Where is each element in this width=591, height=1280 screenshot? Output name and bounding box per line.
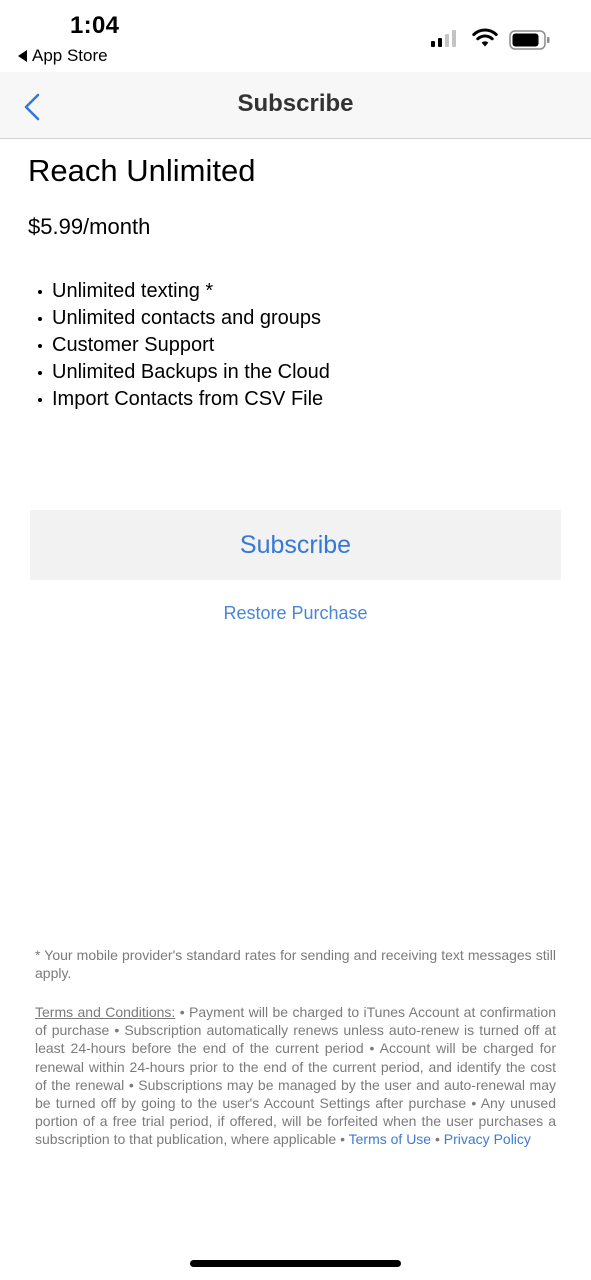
bullet-icon (38, 343, 42, 348)
link-separator: • (431, 1131, 444, 1148)
plan-name: Reach Unlimited (28, 153, 256, 188)
battery-icon (509, 30, 550, 50)
feature-item: Unlimited Backups in the Cloud (38, 359, 330, 386)
terms-body: • Payment will be charged to iTunes Acco… (35, 1004, 556, 1148)
sms-rates-footnote: * Your mobile provider's standard rates … (35, 947, 556, 982)
home-indicator[interactable] (190, 1260, 401, 1267)
terms-label: Terms and Conditions: (35, 1004, 176, 1020)
page-title: Subscribe (237, 90, 354, 117)
bullet-icon (38, 397, 42, 402)
feature-item: Import Contacts from CSV File (38, 386, 330, 413)
back-app-label: App Store (32, 46, 108, 65)
status-time: 1:04 (70, 12, 120, 39)
feature-item: Unlimited texting * (38, 278, 330, 305)
feature-item: Customer Support (38, 332, 330, 359)
subscribe-screen: 1:04 App Store Subscribe Reach Unlimited… (0, 0, 591, 1280)
cellular-signal-icon (431, 30, 456, 47)
bullet-icon (38, 370, 42, 375)
feature-item: Unlimited contacts and groups (38, 305, 330, 332)
plan-price: $5.99/month (28, 214, 151, 239)
privacy-policy-link[interactable]: Privacy Policy (444, 1131, 531, 1147)
terms-of-use-link[interactable]: Terms of Use (349, 1131, 431, 1147)
terms-and-conditions: Terms and Conditions: • Payment will be … (35, 1003, 556, 1149)
back-to-app-store[interactable]: App Store (18, 46, 108, 66)
bullet-icon (38, 316, 42, 321)
back-triangle-icon (18, 50, 27, 62)
navigation-bar: Subscribe (0, 72, 591, 139)
wifi-icon (472, 28, 498, 47)
subscribe-button[interactable]: Subscribe (30, 510, 561, 580)
feature-list: Unlimited texting * Unlimited contacts a… (38, 278, 330, 413)
restore-purchase-link[interactable]: Restore Purchase (0, 603, 591, 624)
bullet-icon (38, 289, 42, 294)
